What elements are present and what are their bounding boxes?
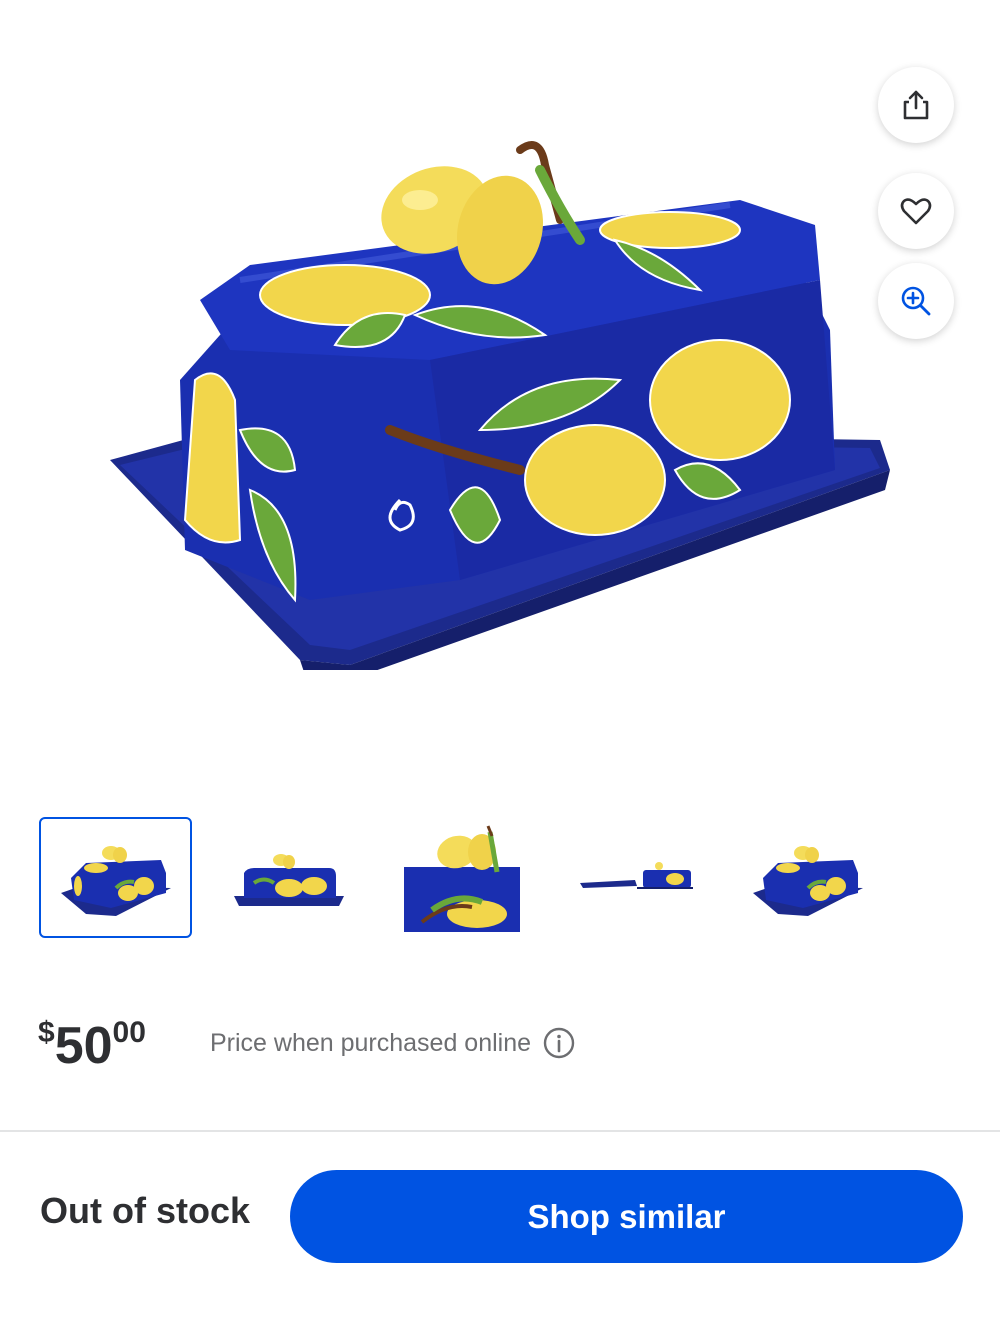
shop-similar-button[interactable]: Shop similar	[290, 1170, 963, 1263]
thumbnail-5[interactable]	[731, 817, 884, 938]
zoom-in-icon	[901, 286, 931, 316]
info-icon[interactable]	[543, 1027, 575, 1059]
price-currency: $	[38, 1016, 55, 1049]
favorite-button[interactable]	[878, 173, 954, 249]
product-page: $ 50 00 Price when purchased online Out …	[0, 0, 1000, 1333]
thumbnail-1[interactable]	[39, 817, 192, 938]
price-whole: 50	[54, 1017, 113, 1075]
thumbnail-4[interactable]	[558, 817, 711, 938]
thumbnail-strip	[39, 817, 939, 939]
price: $ 50 00	[38, 1010, 146, 1080]
share-icon	[903, 90, 929, 120]
price-note-text: Price when purchased online	[210, 1028, 532, 1057]
thumbnail-3[interactable]	[385, 817, 538, 938]
divider	[0, 1130, 1000, 1132]
zoom-button[interactable]	[878, 263, 954, 339]
thumbnail-2[interactable]	[212, 817, 365, 938]
share-button[interactable]	[878, 67, 954, 143]
stock-status: Out of stock	[40, 1190, 251, 1231]
price-note: Price when purchased online	[210, 1027, 575, 1059]
price-cents: 00	[112, 1016, 146, 1049]
product-main-image[interactable]	[100, 130, 900, 670]
heart-icon	[900, 198, 932, 225]
